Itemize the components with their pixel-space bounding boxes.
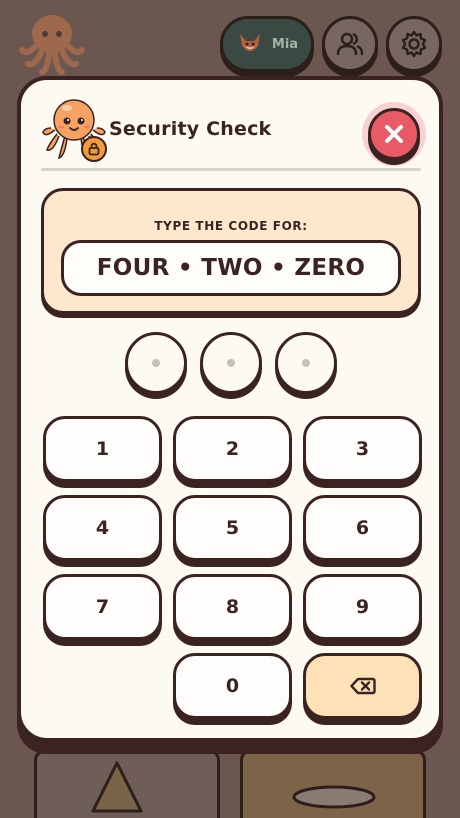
users-icon [336, 32, 364, 56]
keypad-key-7[interactable]: 7 [43, 574, 162, 640]
profile-name: Mia [271, 36, 299, 52]
lock-badge [81, 136, 107, 162]
keypad-key-3[interactable]: 3 [303, 416, 422, 482]
security-check-dialog: Security Check TYPE THE CODE FOR: FOUR •… [17, 76, 443, 742]
keypad-key-6[interactable]: 6 [303, 495, 422, 561]
code-prompt-panel: TYPE THE CODE FOR: FOUR • TWO • ZERO [41, 188, 421, 314]
profile-switcher-button[interactable]: Mia [220, 16, 314, 72]
pin-slot [275, 332, 337, 394]
fox-avatar-icon [239, 34, 260, 51]
close-icon [385, 125, 403, 143]
octopus-logo-icon [19, 15, 85, 75]
code-words: FOUR • TWO • ZERO [61, 240, 401, 296]
pin-slot [200, 332, 262, 394]
gear-icon [401, 30, 427, 58]
background-card [240, 750, 426, 818]
keypad-key-9[interactable]: 9 [303, 574, 422, 640]
backspace-button[interactable] [303, 653, 422, 719]
pin-slot [125, 332, 187, 394]
keypad-key-2[interactable]: 2 [173, 416, 292, 482]
users-button[interactable] [322, 16, 378, 72]
bowl-icon [292, 785, 376, 809]
pin-empty-dot [152, 359, 160, 367]
backspace-icon [349, 677, 376, 695]
lock-icon [88, 142, 100, 156]
pin-empty-dot [227, 359, 235, 367]
background-card [34, 750, 220, 818]
keypad-key-4[interactable]: 4 [43, 495, 162, 561]
keypad-key-5[interactable]: 5 [173, 495, 292, 561]
pin-empty-dot [302, 359, 310, 367]
code-instruction: TYPE THE CODE FOR: [154, 219, 308, 233]
pin-indicator [21, 330, 439, 394]
header-divider [41, 168, 421, 171]
keypad-key-0[interactable]: 0 [173, 653, 292, 719]
close-button[interactable] [368, 108, 420, 160]
dialog-title: Security Check [109, 118, 272, 140]
triangle-shape-icon [91, 761, 143, 813]
settings-button[interactable] [386, 16, 442, 72]
keypad-key-8[interactable]: 8 [173, 574, 292, 640]
keypad-key-1[interactable]: 1 [43, 416, 162, 482]
